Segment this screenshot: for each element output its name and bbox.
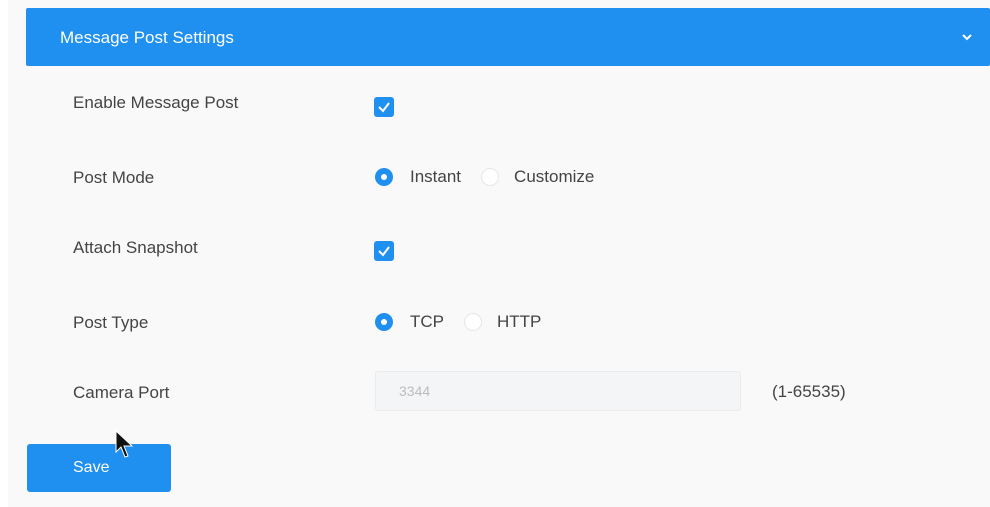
attach-snapshot-checkbox[interactable]	[374, 241, 394, 261]
post-mode-customize-radio[interactable]	[481, 168, 500, 186]
check-icon	[378, 246, 390, 257]
post-mode-customize-label[interactable]: Customize	[514, 167, 594, 187]
section-header[interactable]: Message Post Settings	[26, 8, 990, 66]
mouse-cursor-icon	[115, 430, 134, 458]
post-mode-label: Post Mode	[73, 168, 155, 187]
camera-port-label: Camera Port	[73, 383, 170, 402]
post-type-tcp-label[interactable]: TCP	[410, 312, 444, 332]
post-mode-instant-radio[interactable]	[375, 168, 393, 186]
post-type-tcp-radio[interactable]	[375, 313, 393, 331]
post-mode-radio-group: Instant Customize	[375, 167, 616, 187]
post-type-radio-group: TCP HTTP	[375, 312, 563, 332]
attach-snapshot-label: Attach Snapshot	[73, 238, 198, 257]
check-icon	[378, 102, 390, 113]
post-type-http-label[interactable]: HTTP	[497, 312, 541, 332]
camera-port-input[interactable]	[375, 371, 741, 411]
post-type-http-radio[interactable]	[464, 313, 482, 331]
post-mode-instant-label[interactable]: Instant	[410, 167, 461, 187]
enable-message-post-checkbox[interactable]	[374, 97, 394, 117]
save-button[interactable]: Save	[27, 444, 171, 492]
settings-panel: Message Post Settings Enable Message Pos…	[8, 0, 990, 507]
camera-port-range: (1-65535)	[772, 382, 846, 401]
section-title: Message Post Settings	[60, 28, 234, 47]
enable-message-post-label: Enable Message Post	[73, 93, 239, 112]
post-type-label: Post Type	[73, 313, 149, 332]
chevron-down-icon[interactable]	[960, 30, 974, 44]
